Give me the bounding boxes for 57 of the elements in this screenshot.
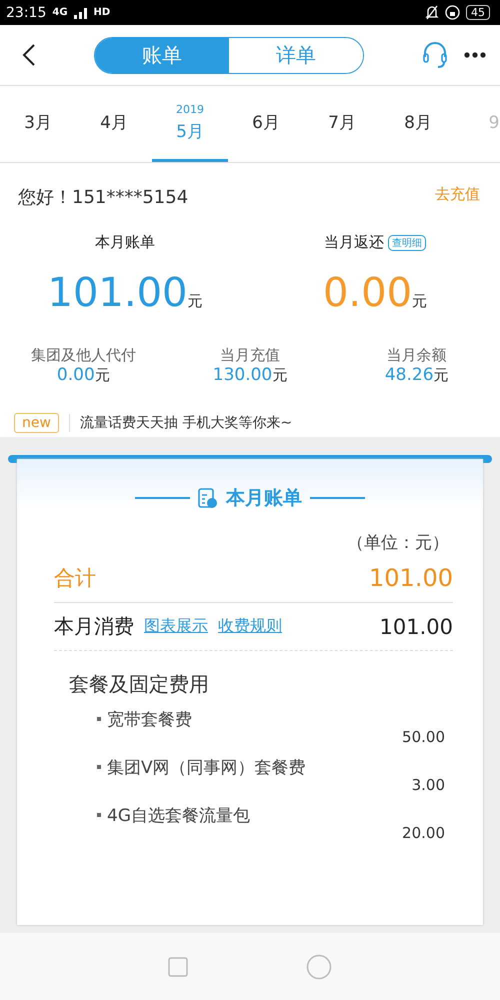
bill-title: 本月账单	[226, 486, 302, 511]
clock-time: 23:15	[6, 4, 46, 20]
more-icon[interactable]	[464, 52, 486, 58]
month-tab[interactable]: 6月	[228, 86, 304, 162]
stat-value: 0.00	[56, 365, 95, 385]
view-tab[interactable]: 账单	[95, 38, 229, 72]
currency-unit: 元	[187, 292, 202, 311]
details-badge[interactable]: 查明细	[388, 234, 426, 250]
month-tab[interactable]: 7月	[304, 86, 380, 162]
summary-amount: 101.00	[48, 270, 188, 316]
detail-link[interactable]: 图表展示	[144, 616, 208, 637]
recharge-link[interactable]: 去充值	[435, 185, 480, 209]
currency-unit: 元	[412, 292, 428, 311]
new-badge: new	[14, 413, 59, 433]
month-tab[interactable]: 3月	[0, 86, 76, 162]
network-type: 4G	[52, 7, 68, 18]
fee-value: 50.00	[402, 728, 445, 746]
hd-indicator: HD	[94, 7, 110, 18]
bill-icon	[198, 487, 218, 509]
headset-icon[interactable]	[422, 41, 448, 69]
fee-name: 宽带套餐费	[97, 708, 192, 746]
consumption-value: 101.00	[380, 614, 453, 638]
stat-label: 当月余额	[386, 346, 447, 365]
month-tab[interactable]: 2019 5月	[152, 86, 228, 162]
greeting-text: 您好！151****5154	[18, 186, 188, 209]
total-label: 合计	[54, 565, 97, 592]
signal-icon	[74, 6, 88, 18]
summary-label: 本月账单	[95, 233, 155, 252]
stat-label: 当月充值	[220, 346, 280, 365]
stat-label: 集团及他人代付	[30, 346, 136, 365]
lock-icon	[445, 5, 460, 20]
summary-amount: 0.00	[322, 270, 412, 316]
fee-name: 集团V网（同事网）套餐费	[97, 756, 306, 794]
fee-value: 3.00	[412, 776, 445, 794]
home-icon[interactable]	[306, 954, 332, 980]
month-tab[interactable]: 4月	[76, 86, 152, 162]
month-tab[interactable]: 8月	[380, 86, 456, 162]
bell-muted-icon	[425, 5, 439, 20]
stat-value: 130.00	[212, 365, 272, 385]
recents-icon[interactable]	[168, 956, 188, 976]
battery-level: 45	[466, 5, 490, 20]
year-label: 2019	[176, 102, 204, 116]
unit-note: （单位：元）	[346, 532, 450, 554]
back-icon[interactable]	[22, 43, 36, 67]
section-title: 套餐及固定费用	[69, 671, 210, 698]
stat-value: 48.26	[384, 365, 434, 385]
currency-unit: 元	[434, 366, 449, 384]
currency-unit: 元	[94, 366, 110, 384]
promo-text[interactable]: 流量话费天天抽 手机大奖等你来~	[80, 414, 292, 432]
currency-unit: 元	[272, 366, 288, 384]
consumption-label: 本月消费	[54, 613, 134, 640]
fee-name: 4G自选套餐流量包	[97, 804, 250, 842]
month-tab[interactable]: 9	[456, 86, 500, 162]
summary-label: 当月返还	[324, 233, 384, 252]
fee-value: 20.00	[402, 824, 445, 842]
total-value: 101.00	[369, 564, 453, 592]
detail-link[interactable]: 收费规则	[218, 616, 282, 637]
